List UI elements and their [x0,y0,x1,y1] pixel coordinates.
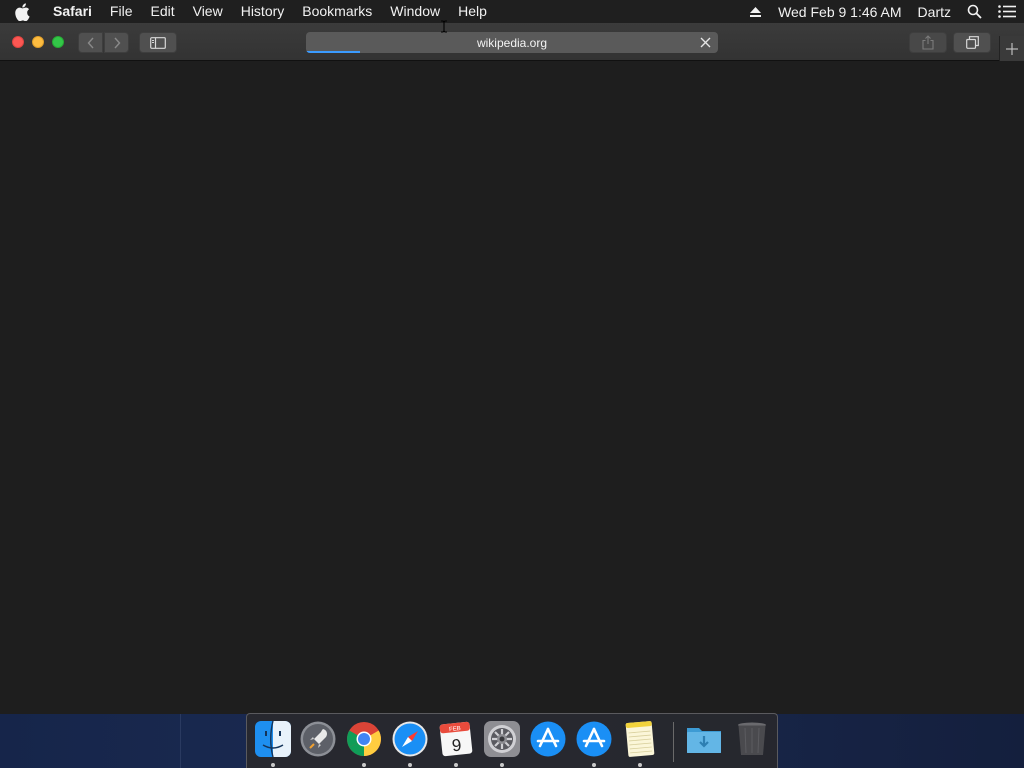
calendar-day-label: 9 [451,736,462,756]
trash-icon[interactable] [733,720,771,758]
safari-icon[interactable] [391,720,429,758]
calendar-month-label: FEB [449,726,461,733]
navigation-buttons [78,32,129,53]
calendar-running-indicator [454,763,458,767]
finder-running-indicator [271,763,275,767]
chrome-icon[interactable] [345,720,383,758]
share-icon [922,35,934,50]
sidebar-button[interactable] [139,32,177,53]
chrome-running-indicator [362,763,366,767]
web-content-area[interactable] [0,61,1024,714]
app-store-icon[interactable] [529,720,567,758]
app-store-running-indicator [592,763,596,767]
menu-bar: Safari File Edit View History Bookmarks … [0,0,1024,23]
menu-history[interactable]: History [232,0,294,23]
new-tab-icon [1006,42,1018,55]
back-icon [87,37,94,48]
status-area: Wed Feb 9 1:46 AM Dartz [741,0,1024,23]
notification-center-icon[interactable] [990,0,1024,23]
menu-help[interactable]: Help [449,0,496,23]
tab-overview-button[interactable] [953,32,991,53]
mouse-cursor-icon [441,20,447,33]
share-button[interactable] [909,32,947,53]
back-button[interactable] [78,32,103,53]
finder-icon[interactable] [254,720,292,758]
calendar-icon[interactable]: FEB 9 [437,720,475,758]
notes-icon[interactable] [621,720,659,758]
window-minimize-button[interactable] [32,36,44,48]
notes-running-indicator [638,763,642,767]
launchpad-icon[interactable] [299,720,337,758]
downloads-folder-icon[interactable] [685,720,723,758]
spotlight-search-icon[interactable] [959,0,990,23]
menubar-clock[interactable]: Wed Feb 9 1:46 AM [770,0,909,23]
menu-edit[interactable]: Edit [141,0,183,23]
address-bar-url: wikipedia.org [476,35,548,50]
dock-separator [673,722,674,762]
system-preferences-running-indicator [500,763,504,767]
dock: FEB 9 [246,713,778,768]
tab-overview-icon [965,36,979,49]
apple-icon[interactable] [0,0,44,23]
browser-toolbar: wikipedia.org [0,23,1024,61]
eject-icon[interactable] [741,0,770,23]
safari-running-indicator [408,763,412,767]
stop-loading-button[interactable] [698,35,713,50]
forward-button[interactable] [104,32,129,53]
new-tab-button[interactable] [999,36,1024,61]
menu-view[interactable]: View [184,0,232,23]
menu-file[interactable]: File [101,0,142,23]
app-store-icon[interactable] [575,720,613,758]
stop-loading-icon [700,37,711,48]
system-preferences-icon[interactable] [483,720,521,758]
window-maximize-button[interactable] [52,36,64,48]
menu-app-safari[interactable]: Safari [44,0,101,23]
sidebar-icon [150,36,166,49]
address-bar[interactable]: wikipedia.org [306,32,718,53]
window-close-button[interactable] [12,36,24,48]
forward-icon [113,37,120,48]
page-load-progress [306,51,360,53]
menu-bookmarks[interactable]: Bookmarks [293,0,381,23]
user-name[interactable]: Dartz [910,0,959,23]
safari-window: wikipedia.org [0,23,1024,714]
menu-window[interactable]: Window [381,0,449,23]
